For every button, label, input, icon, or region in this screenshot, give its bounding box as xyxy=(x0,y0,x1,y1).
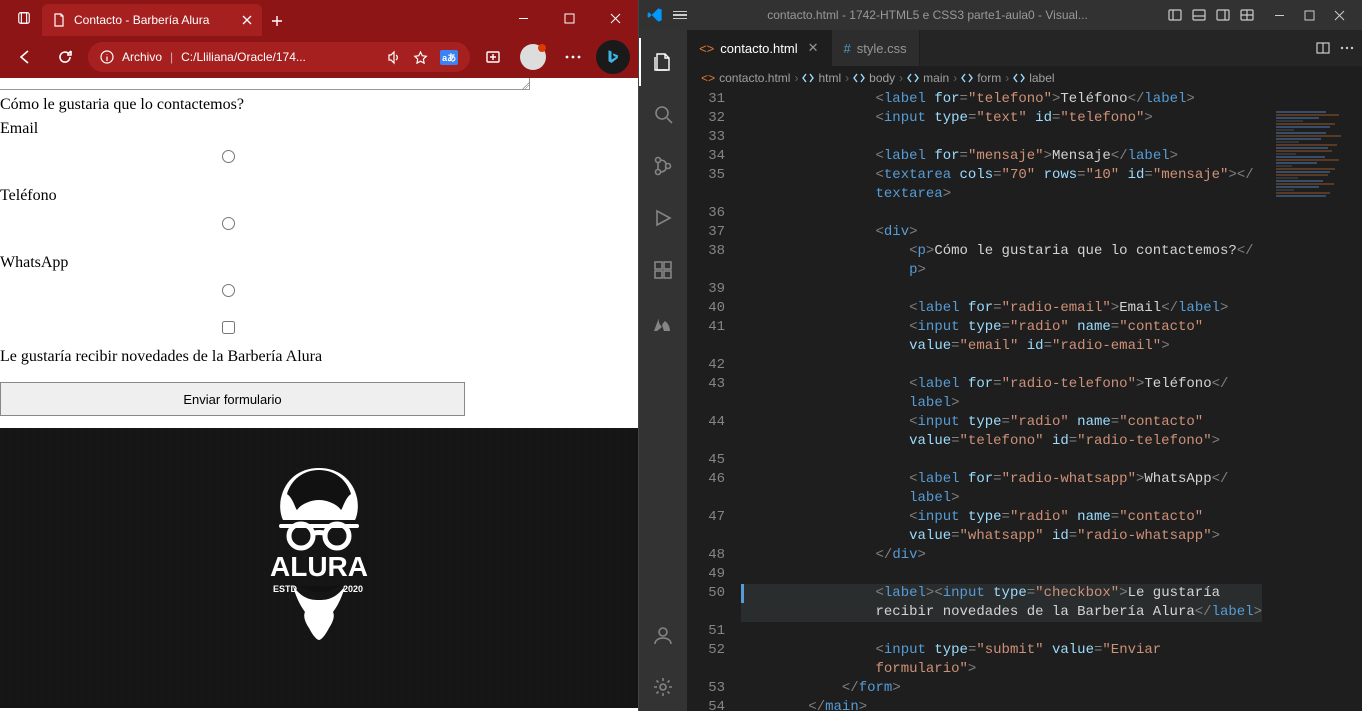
tab-bar: Contacto - Barbería Alura xyxy=(0,0,638,36)
tab-label: style.css xyxy=(857,41,907,56)
tab-label: contacto.html xyxy=(720,41,797,56)
maximize-button[interactable] xyxy=(546,0,592,36)
contact-question: Cómo le gustaria que lo contactemos? xyxy=(0,96,638,114)
vscode-maximize-button[interactable] xyxy=(1294,0,1324,30)
breadcrumb[interactable]: <>contacto.html› html› body› main› form›… xyxy=(687,66,1362,90)
layout-grid-icon[interactable] xyxy=(1240,8,1254,22)
new-tab-button[interactable] xyxy=(262,6,292,36)
svg-text:2020: 2020 xyxy=(343,584,363,594)
vscode-logo-icon xyxy=(647,7,663,23)
explorer-icon[interactable] xyxy=(639,38,687,86)
profile-button[interactable] xyxy=(516,40,550,74)
code-editor[interactable]: 3132333435363738394041424344454647484950… xyxy=(687,90,1362,711)
address-bar-row: Archivo | C:/Lliliana/Oracle/174... aあ xyxy=(0,36,638,78)
minimap[interactable] xyxy=(1272,90,1362,711)
layout-left-icon[interactable] xyxy=(1168,8,1182,22)
minimize-button[interactable] xyxy=(500,0,546,36)
editor-tabs: <> contacto.html ✕ # style.css xyxy=(687,30,1362,66)
page-footer: ALURA ESTD 2020 xyxy=(0,428,638,708)
radio-email[interactable] xyxy=(222,150,235,163)
close-window-button[interactable] xyxy=(592,0,638,36)
tab-title: Contacto - Barbería Alura xyxy=(74,13,209,27)
back-button[interactable] xyxy=(8,40,42,74)
edge-browser: Contacto - Barbería Alura Archivo | xyxy=(0,0,639,711)
vscode-close-button[interactable] xyxy=(1324,0,1354,30)
bing-button[interactable] xyxy=(596,40,630,74)
tab-contacto[interactable]: <> contacto.html ✕ xyxy=(687,30,831,66)
alura-logo: ALURA ESTD 2020 xyxy=(249,458,389,658)
radio-telefono[interactable] xyxy=(222,217,235,230)
activity-bar xyxy=(639,30,687,711)
newsletter-label: Le gustaría recibir novedades de la Barb… xyxy=(0,348,638,366)
radio-whatsapp[interactable] xyxy=(222,284,235,297)
vscode-title: contacto.html - 1742-HTML5 e CSS3 parte1… xyxy=(697,8,1158,22)
refresh-button[interactable] xyxy=(48,40,82,74)
textarea-bottom-edge[interactable] xyxy=(0,78,530,90)
editor-area: <> contacto.html ✕ # style.css <>contact… xyxy=(687,30,1362,711)
html-file-icon: <> xyxy=(699,41,714,56)
code-content[interactable]: <label for="telefono">Teléfono</label> <… xyxy=(741,90,1362,711)
close-tab-icon[interactable] xyxy=(242,15,252,25)
vscode-titlebar[interactable]: contacto.html - 1742-HTML5 e CSS3 parte1… xyxy=(639,0,1362,30)
newsletter-checkbox[interactable] xyxy=(222,321,235,334)
page-viewport[interactable]: Cómo le gustaria que lo contactemos? Ema… xyxy=(0,78,638,711)
layout-right-icon[interactable] xyxy=(1216,8,1230,22)
url-scheme: Archivo xyxy=(122,50,162,64)
split-editor-icon[interactable] xyxy=(1316,41,1330,55)
more-actions-icon[interactable] xyxy=(1340,46,1354,50)
label-telefono: Teléfono xyxy=(0,187,638,205)
browser-chrome: Contacto - Barbería Alura Archivo | xyxy=(0,0,638,78)
translate-icon[interactable]: aあ xyxy=(440,50,458,65)
layout-bottom-icon[interactable] xyxy=(1192,8,1206,22)
label-whatsapp: WhatsApp xyxy=(0,254,638,272)
submit-button[interactable]: Enviar formulario xyxy=(0,382,465,416)
line-gutter: 3132333435363738394041424344454647484950… xyxy=(687,90,741,711)
account-icon[interactable] xyxy=(639,611,687,659)
run-debug-icon[interactable] xyxy=(639,194,687,242)
info-icon[interactable] xyxy=(100,50,114,64)
window-controls xyxy=(500,0,638,36)
favorite-icon[interactable] xyxy=(413,50,428,65)
settings-gear-icon[interactable] xyxy=(639,663,687,711)
vscode-minimize-button[interactable] xyxy=(1264,0,1294,30)
label-email: Email xyxy=(0,120,638,138)
css-file-icon: # xyxy=(844,41,851,56)
url-text: C:/Lliliana/Oracle/174... xyxy=(181,50,306,64)
source-control-icon[interactable] xyxy=(639,142,687,190)
read-aloud-icon[interactable] xyxy=(386,50,401,65)
menu-icon[interactable] xyxy=(673,11,687,20)
tab-actions-icon[interactable] xyxy=(6,0,42,36)
search-icon[interactable] xyxy=(639,90,687,138)
collections-icon[interactable] xyxy=(476,40,510,74)
atlassian-icon[interactable] xyxy=(639,298,687,346)
vscode-window: contacto.html - 1742-HTML5 e CSS3 parte1… xyxy=(639,0,1362,711)
browser-tab[interactable]: Contacto - Barbería Alura xyxy=(42,4,262,36)
address-bar[interactable]: Archivo | C:/Lliliana/Oracle/174... aあ xyxy=(88,42,470,72)
close-tab-icon[interactable]: ✕ xyxy=(808,40,819,56)
svg-text:ALURA: ALURA xyxy=(270,551,368,582)
page-icon xyxy=(52,13,66,27)
tab-stylecss[interactable]: # style.css xyxy=(832,30,920,66)
extensions-icon[interactable] xyxy=(639,246,687,294)
more-icon[interactable] xyxy=(556,40,590,74)
